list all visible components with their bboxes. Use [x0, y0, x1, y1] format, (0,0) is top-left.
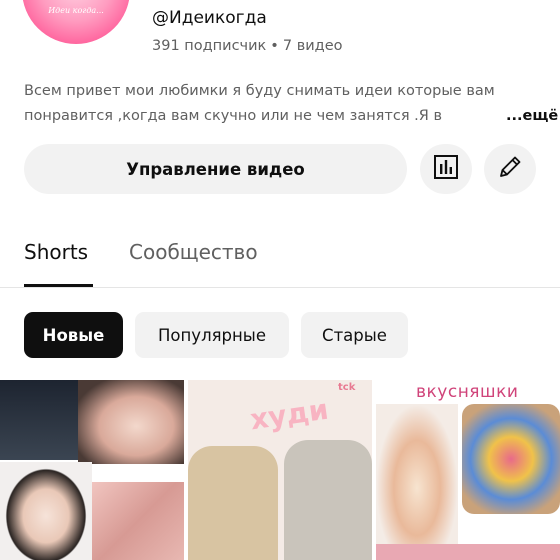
thumb-portrait-photo: [78, 380, 184, 464]
thumb-snacks-title: вкусняшки: [416, 382, 519, 402]
thumb-beige-hoodie: [188, 446, 278, 560]
thumb-bottom-photo: [376, 544, 560, 560]
manage-videos-button[interactable]: Управление видео: [24, 144, 407, 194]
channel-tabs: Shorts Сообщество: [0, 226, 560, 288]
description-fade: [440, 104, 480, 129]
channel-avatar[interactable]: Идеи когда...: [22, 0, 130, 44]
pencil-icon: [497, 154, 523, 184]
description-line-1: Всем привет мои любимки я буду снимать и…: [24, 83, 495, 99]
channel-description[interactable]: Всем привет мои любимки я буду снимать и…: [24, 79, 558, 129]
thumb-candy-basket-photo: [462, 404, 560, 514]
shorts-grid: худи tck вкусняшки: [0, 380, 560, 560]
thumb-night-photo: [0, 380, 78, 460]
description-line-2-text: понравится ,когда вам скучно или не чем …: [24, 108, 442, 124]
thumb-gray-hoodie: [284, 440, 372, 560]
thumb-hoodie-title: худи: [248, 392, 331, 437]
channel-stats: 391 подписчик • 7 видео: [152, 38, 342, 54]
stats-separator: •: [270, 38, 279, 54]
filter-chip-popular[interactable]: Популярные: [135, 312, 289, 358]
channel-handle: @Идеикогда: [152, 8, 267, 28]
thumb-dessert-photo: [376, 404, 458, 544]
edit-channel-button[interactable]: [484, 144, 536, 194]
active-tab-underline: [24, 284, 93, 287]
subscriber-count: 391 подписчик: [152, 38, 267, 54]
short-thumbnail-2[interactable]: худи tck: [188, 380, 372, 560]
filter-chip-old[interactable]: Старые: [301, 312, 408, 358]
manage-videos-label: Управление видео: [126, 159, 305, 179]
avatar-text: Идеи когда...: [48, 6, 104, 15]
thumb-flowers-photo: [92, 482, 184, 560]
tab-shorts[interactable]: Shorts: [24, 240, 88, 264]
description-line-2: понравится ,когда вам скучно или не чем …: [24, 104, 480, 129]
thumb-girl-photo: [0, 462, 92, 560]
tab-community[interactable]: Сообщество: [129, 240, 258, 264]
short-thumbnail-1[interactable]: [0, 380, 184, 560]
video-count: 7 видео: [282, 38, 343, 54]
thumb-corner-text: tck: [338, 382, 356, 393]
description-more-link[interactable]: ...ещё: [506, 104, 558, 129]
filter-chip-new[interactable]: Новые: [24, 312, 123, 358]
short-thumbnail-3[interactable]: вкусняшки: [376, 380, 560, 560]
bar-chart-icon: [433, 154, 459, 184]
analytics-button[interactable]: [420, 144, 472, 194]
